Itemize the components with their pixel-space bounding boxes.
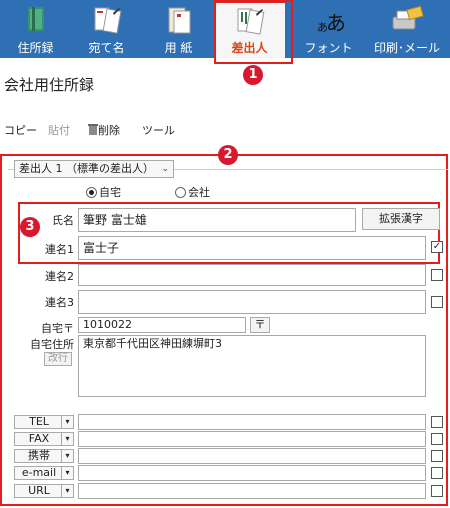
marker-3: 3 xyxy=(20,217,40,237)
url-type-dropdown[interactable]: URL ▾ xyxy=(14,484,74,498)
tab-print-mail[interactable]: 印刷･メール xyxy=(364,0,450,58)
tel-type-dropdown[interactable]: TEL ▾ xyxy=(14,415,74,429)
joint3-checkbox[interactable] xyxy=(431,296,443,308)
postal-field[interactable]: 1010022 xyxy=(78,317,246,333)
joint1-label: 連名1 xyxy=(45,243,74,256)
fax-checkbox[interactable] xyxy=(431,433,443,445)
svg-text:あ: あ xyxy=(326,11,346,35)
joint1-checkbox[interactable]: ✓ xyxy=(431,241,443,253)
tab-label: 印刷･メール xyxy=(373,41,440,55)
joint2-field[interactable] xyxy=(78,264,426,286)
tab-font[interactable]: あ あ フォント xyxy=(293,0,364,58)
radio-selected-icon xyxy=(86,187,97,198)
sender-select-value: 差出人 1 （標準の差出人） xyxy=(19,162,154,175)
tab-address-book[interactable]: 住所録 xyxy=(0,0,71,58)
addressed-cards-icon xyxy=(94,7,121,34)
joint3-field[interactable] xyxy=(78,290,426,314)
address-book-icon xyxy=(27,7,44,31)
mobile-type-dropdown[interactable]: 携帯 ▾ xyxy=(14,449,74,463)
mobile-field[interactable] xyxy=(78,448,426,464)
printer-mail-icon xyxy=(392,5,424,30)
joint1-field[interactable]: 富士子 xyxy=(78,236,426,260)
postal-lookup-button[interactable]: 〒 xyxy=(250,317,270,333)
marker-1: 1 xyxy=(243,65,263,85)
radio-home[interactable]: 自宅 xyxy=(86,184,121,200)
tab-label: 住所録 xyxy=(17,41,54,55)
tab-label: フォント xyxy=(304,41,353,55)
email-field[interactable] xyxy=(78,465,426,481)
joint3-label: 連名3 xyxy=(45,296,74,309)
fax-field[interactable] xyxy=(78,431,426,447)
name-field[interactable]: 筆野 富士雄 xyxy=(78,208,356,232)
radio-home-label: 自宅 xyxy=(99,186,121,199)
radio-company-label: 会社 xyxy=(188,186,210,199)
tools-button[interactable]: ツール xyxy=(142,122,175,138)
paper-icon xyxy=(168,7,190,34)
mobile-checkbox[interactable] xyxy=(431,450,443,462)
address-label: 自宅住所 xyxy=(30,338,74,351)
tab-label: 用 紙 xyxy=(164,41,193,55)
delete-label: 削除 xyxy=(98,124,120,137)
joint2-checkbox[interactable] xyxy=(431,269,443,281)
postal-label: 自宅〒 xyxy=(41,322,74,335)
radio-company[interactable]: 会社 xyxy=(175,184,210,200)
sender-select[interactable]: 差出人 1 （標準の差出人） ⌄ xyxy=(14,160,174,178)
extended-kanji-button[interactable]: 拡張漢字 xyxy=(362,208,440,230)
chevron-down-icon: ▾ xyxy=(61,485,73,497)
url-type-label: URL xyxy=(28,484,50,497)
page-title: 会社用住所録 xyxy=(4,76,95,94)
delete-button[interactable]: 削除 xyxy=(88,122,120,138)
chevron-down-icon: ▾ xyxy=(61,467,73,479)
tab-addressed[interactable]: 宛て名 xyxy=(71,0,142,58)
tel-field[interactable] xyxy=(78,414,426,430)
newline-button[interactable]: 改行 xyxy=(44,352,72,366)
tel-type-label: TEL xyxy=(29,415,49,428)
paste-button[interactable]: 貼付 xyxy=(48,122,70,138)
joint2-label: 連名2 xyxy=(45,270,74,283)
radio-unselected-icon xyxy=(175,187,186,198)
url-checkbox[interactable] xyxy=(431,485,443,497)
chevron-down-icon: ⌄ xyxy=(161,164,169,174)
copy-button[interactable]: コピー xyxy=(4,122,37,138)
tab-label: 宛て名 xyxy=(88,41,125,55)
address-field[interactable]: 東京都千代田区神田練塀町3 xyxy=(78,335,426,397)
tab-paper[interactable]: 用 紙 xyxy=(143,0,214,58)
marker-2: 2 xyxy=(218,145,238,165)
chevron-down-icon: ▾ xyxy=(61,416,73,428)
name-label: 氏名 xyxy=(52,214,74,227)
chevron-down-icon: ▾ xyxy=(61,450,73,462)
trash-icon xyxy=(88,124,98,135)
email-type-label: e-mail xyxy=(21,466,57,479)
font-icon: あ あ xyxy=(317,11,346,35)
highlight-box-1 xyxy=(214,0,293,64)
check-icon: ✓ xyxy=(432,241,442,252)
fax-type-dropdown[interactable]: FAX ▾ xyxy=(14,432,74,446)
tel-checkbox[interactable] xyxy=(431,416,443,428)
email-checkbox[interactable] xyxy=(431,467,443,479)
chevron-down-icon: ▾ xyxy=(61,433,73,445)
email-type-dropdown[interactable]: e-mail ▾ xyxy=(14,466,74,480)
mobile-type-label: 携帯 xyxy=(28,449,50,462)
fax-type-label: FAX xyxy=(28,432,50,445)
url-field[interactable] xyxy=(78,483,426,499)
